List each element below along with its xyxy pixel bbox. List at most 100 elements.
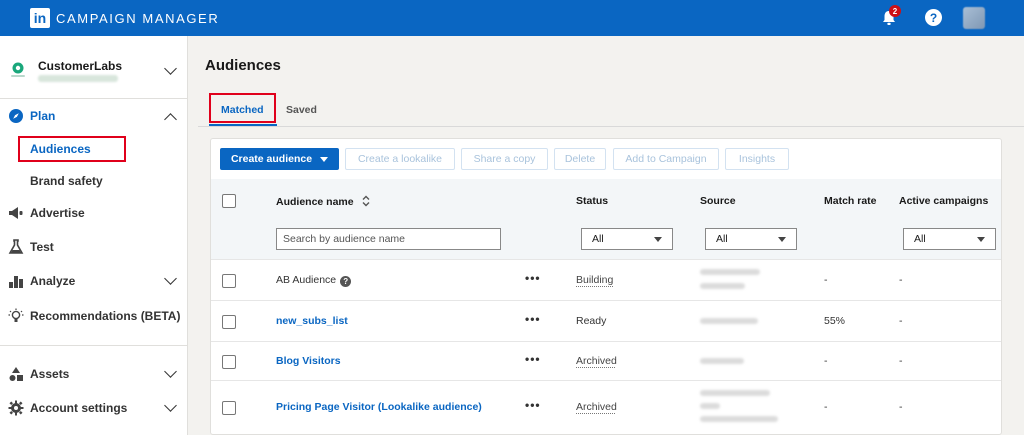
active-tab-indicator: [209, 124, 277, 126]
row-checkbox[interactable]: [222, 315, 236, 329]
create-audience-label: Create audience: [230, 153, 313, 165]
compass-icon: [9, 109, 23, 123]
more-options-icon[interactable]: •••: [525, 312, 541, 326]
sidebar-item-analyze[interactable]: Analyze: [0, 268, 188, 294]
sidebar-item-label: Plan: [30, 109, 56, 123]
linkedin-logo-icon: in: [30, 8, 50, 28]
help-icon[interactable]: ?: [340, 276, 352, 287]
chevron-down-icon[interactable]: [164, 399, 177, 412]
create-lookalike-button[interactable]: Create a lookalike: [345, 148, 455, 170]
source-redacted: [700, 416, 778, 422]
highlight-box-audiences: [18, 136, 126, 162]
source-redacted: [700, 358, 744, 364]
source-redacted: [700, 269, 760, 275]
create-audience-button[interactable]: Create audience: [220, 148, 339, 170]
delete-button[interactable]: Delete: [554, 148, 606, 170]
match-rate-value: 55%: [824, 315, 846, 327]
page-title: Audiences: [205, 57, 281, 74]
audience-name-link[interactable]: new_subs_list: [276, 315, 348, 327]
more-options-icon[interactable]: •••: [525, 271, 541, 285]
sidebar-item-brand-safety[interactable]: Brand safety: [30, 174, 103, 188]
column-status: Status: [576, 195, 609, 207]
brand[interactable]: in CAMPAIGN MANAGER: [30, 8, 219, 28]
source-redacted: [700, 283, 745, 289]
table-row[interactable]: AB Audience? ••• Building - -: [211, 259, 1001, 300]
tab-saved[interactable]: Saved: [286, 104, 317, 116]
audience-name: AB Audience?: [276, 274, 352, 287]
chevron-up-icon[interactable]: [164, 113, 177, 126]
active-campaigns-filter-value: All: [914, 233, 926, 245]
chevron-down-icon[interactable]: [164, 272, 177, 285]
row-checkbox[interactable]: [222, 401, 236, 415]
match-rate-value: -: [824, 401, 828, 413]
audience-search-input[interactable]: [276, 228, 501, 250]
source-filter-value: All: [716, 233, 728, 245]
audience-name-link[interactable]: Pricing Page Visitor (Lookalike audience…: [276, 401, 482, 413]
more-options-icon[interactable]: •••: [525, 398, 541, 412]
status-value: Archived: [576, 401, 617, 413]
avatar[interactable]: [963, 7, 985, 29]
row-checkbox[interactable]: [222, 274, 236, 288]
notification-badge: 2: [889, 5, 901, 17]
sidebar-item-recommendations[interactable]: Recommendations (BETA): [0, 303, 188, 329]
column-active-campaigns: Active campaigns: [899, 195, 989, 207]
add-to-campaign-button[interactable]: Add to Campaign: [613, 148, 719, 170]
status-filter-value: All: [592, 233, 604, 245]
sidebar-item-account-settings[interactable]: Account settings: [0, 395, 188, 421]
audiences-panel: Create audience Create a lookalike Share…: [210, 138, 1002, 435]
tab-divider: [198, 126, 1024, 127]
row-checkbox[interactable]: [222, 355, 236, 369]
bar-chart-icon: [9, 276, 23, 288]
flask-icon: [8, 239, 24, 254]
active-campaigns-filter-select[interactable]: All: [903, 228, 996, 250]
table-row[interactable]: Blog Visitors ••• Archived - -: [211, 341, 1001, 380]
active-campaigns-value: -: [899, 315, 903, 327]
sidebar-item-advertise[interactable]: Advertise: [0, 200, 188, 226]
dropdown-arrow-icon: [654, 237, 662, 242]
chevron-down-icon[interactable]: [164, 62, 177, 75]
table-row[interactable]: new_subs_list ••• Ready 55% -: [211, 300, 1001, 341]
sidebar-item-test[interactable]: Test: [0, 234, 188, 260]
account-name: CustomerLabs: [38, 59, 123, 73]
audience-name-text: AB Audience: [276, 274, 337, 286]
active-campaigns-value: -: [899, 274, 903, 286]
megaphone-icon: [9, 207, 23, 219]
sidebar-item-label: Recommendations (BETA): [30, 309, 181, 323]
more-options-icon[interactable]: •••: [525, 352, 541, 366]
share-copy-button[interactable]: Share a copy: [461, 148, 548, 170]
top-bar: in CAMPAIGN MANAGER: [0, 0, 1024, 36]
source-redacted: [700, 390, 770, 396]
table-row[interactable]: Pricing Page Visitor (Lookalike audience…: [211, 380, 1001, 434]
audience-name-link[interactable]: Blog Visitors: [276, 355, 341, 367]
caret-down-icon: [320, 156, 329, 162]
insights-button[interactable]: Insights: [725, 148, 789, 170]
sidebar-item-label: Advertise: [30, 206, 85, 220]
column-label: Audience name: [276, 196, 354, 208]
app-title: CAMPAIGN MANAGER: [56, 10, 220, 26]
match-rate-value: -: [824, 355, 828, 367]
lightbulb-icon: [8, 308, 24, 322]
source-redacted: [700, 403, 720, 409]
sidebar: CustomerLabs Plan Audiences Brand safety…: [0, 36, 188, 435]
help-icon[interactable]: ?: [925, 9, 942, 26]
chevron-down-icon[interactable]: [164, 365, 177, 378]
status-filter-select[interactable]: All: [581, 228, 673, 250]
source-filter-select[interactable]: All: [705, 228, 797, 250]
dropdown-arrow-icon: [977, 237, 985, 242]
sidebar-item-label: Test: [30, 240, 54, 254]
divider: [0, 345, 188, 346]
select-all-checkbox[interactable]: [222, 194, 236, 208]
column-match-rate: Match rate: [824, 195, 877, 207]
sort-icon[interactable]: [361, 195, 371, 207]
dropdown-arrow-icon: [778, 237, 786, 242]
sidebar-item-assets[interactable]: Assets: [0, 361, 188, 387]
status-value: Building: [576, 274, 614, 286]
match-rate-value: -: [824, 274, 828, 286]
sidebar-item-plan[interactable]: Plan: [0, 103, 188, 129]
active-campaigns-value: -: [899, 355, 903, 367]
status-value: Archived: [576, 355, 617, 367]
column-source: Source: [700, 195, 736, 207]
sidebar-item-label: Assets: [30, 367, 70, 381]
column-audience-name[interactable]: Audience name: [276, 195, 371, 208]
account-switcher[interactable]: CustomerLabs: [0, 54, 188, 90]
